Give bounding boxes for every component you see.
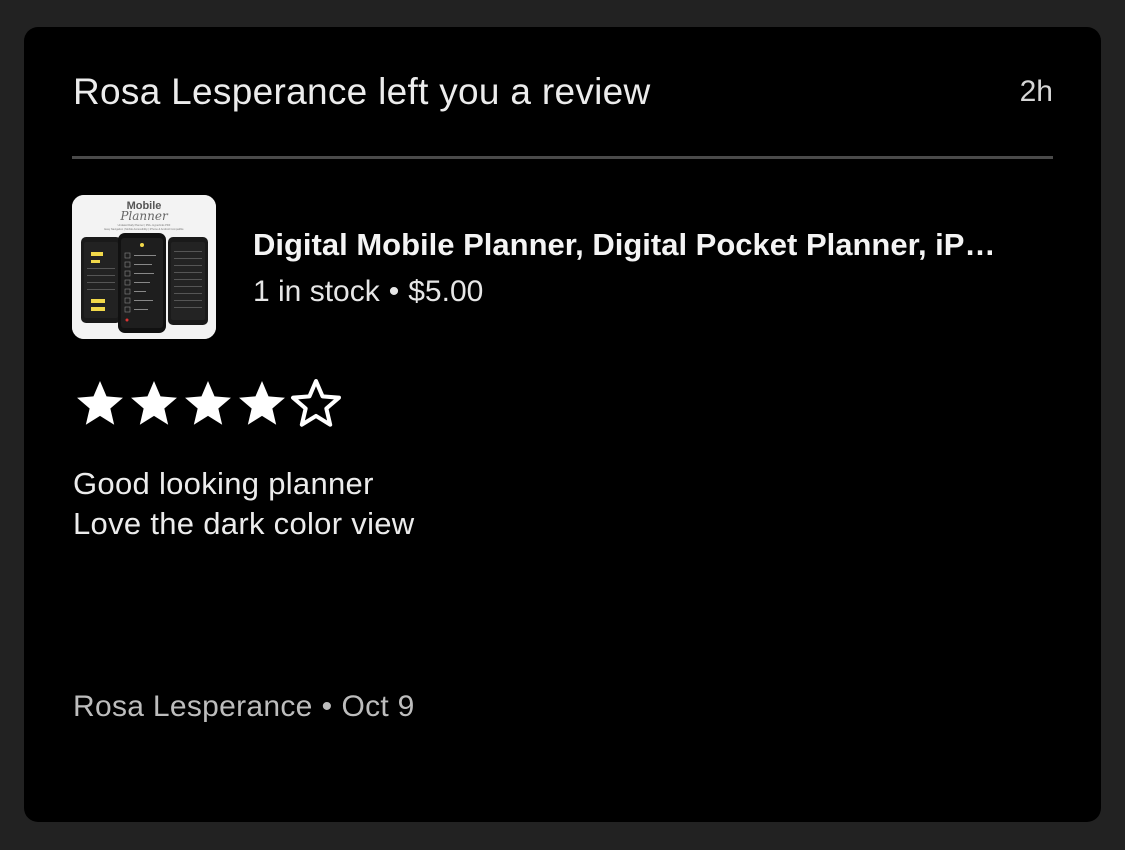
footer-separator: • — [321, 690, 333, 723]
stock-count: 1 in stock — [253, 275, 380, 308]
thumbnail-script: Planner — [119, 209, 169, 223]
meta-separator: • — [388, 275, 400, 308]
star-filled-icon — [131, 381, 177, 425]
star-filled-icon — [185, 381, 231, 425]
star-empty-icon — [291, 379, 341, 427]
planner-mockup-image: Mobile Planner Undated Daily Planner | 3… — [72, 195, 216, 339]
review-footer: Rosa Lesperance • Oct 9 — [73, 690, 415, 724]
listing-thumbnail[interactable]: Mobile Planner Undated Daily Planner | 3… — [72, 195, 216, 339]
listing-title[interactable]: Digital Mobile Planner, Digital Pocket P… — [253, 227, 1053, 263]
notification-time: 2h — [1019, 75, 1053, 108]
listing-price: $5.00 — [408, 275, 484, 308]
thumbnail-tagline: Undated Daily Planner | 350+ Hyperlinks … — [118, 223, 171, 227]
review-line: Good looking planner — [73, 466, 374, 501]
listing-meta: 1 in stock • $5.00 — [253, 275, 483, 309]
star-filled-icon — [77, 381, 123, 425]
review-text: Good looking planner Love the dark color… — [73, 464, 973, 544]
divider — [72, 156, 1053, 159]
notification-title: Rosa Lesperance left you a review — [73, 71, 651, 112]
thumbnail-tagline-2: Easy Navigation | Mobile Accessibility |… — [104, 227, 184, 231]
star-filled-icon — [239, 381, 285, 425]
listing-summary[interactable]: Mobile Planner Undated Daily Planner | 3… — [72, 195, 1053, 339]
review-author: Rosa Lesperance — [73, 690, 313, 723]
review-line: Love the dark color view — [73, 506, 415, 541]
review-notification-card[interactable]: Rosa Lesperance left you a review 2h Mob… — [24, 27, 1101, 822]
review-date: Oct 9 — [341, 690, 415, 723]
star-rating — [73, 377, 343, 433]
